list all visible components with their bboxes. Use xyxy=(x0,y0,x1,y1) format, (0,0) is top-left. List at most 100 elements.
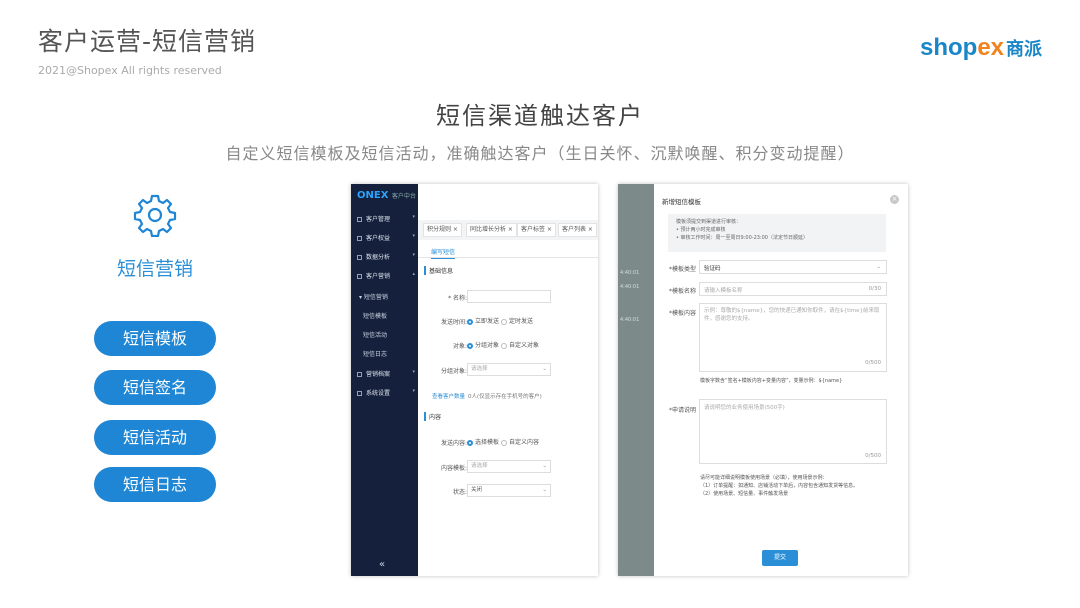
radio-dot xyxy=(501,318,507,325)
submit-button[interactable]: 提交 xyxy=(762,550,798,566)
group-label: 分组对象: xyxy=(440,368,467,375)
section-basic-info: 基础信息 xyxy=(424,266,453,275)
onex-logo: ONEX 客户中台 xyxy=(357,190,416,201)
usage-notes: 请尽可能详细说明模板使用场景（必填），使用场景示例： （1）订单提醒：如通知、店… xyxy=(700,474,890,498)
chevron-down-icon: ▾ xyxy=(412,388,415,394)
radio-dot xyxy=(467,318,473,325)
nav-item-sms-marketing[interactable]: ▾ 短信营销 xyxy=(359,292,388,301)
radio-send-scheduled[interactable]: 定时发送 xyxy=(501,316,533,325)
reason-label: *申请说明 xyxy=(668,407,696,414)
nav-label: 客户权益 xyxy=(366,235,391,242)
template-select[interactable]: 请选择 ⌄ xyxy=(467,460,551,473)
nav-item-customer-rights[interactable]: 客户权益 ▾ xyxy=(357,233,415,242)
gear-icon xyxy=(133,194,177,237)
tab-points-rules[interactable]: 积分规则 × xyxy=(423,223,462,237)
template-name-placeholder: 请输入模板名称 xyxy=(704,288,743,294)
radio-group-target[interactable]: 分组对象 xyxy=(467,340,499,349)
chevron-down-icon: ⌄ xyxy=(542,463,547,469)
chevron-down-icon: ▾ xyxy=(412,233,415,239)
notice-line: 模板须提交到渠道进行审核： xyxy=(676,219,742,225)
radio-label: 定时发送 xyxy=(509,318,534,325)
copyright-text: 2021@Shopex All rights reserved xyxy=(38,64,222,77)
status-value: 关闭 xyxy=(471,487,483,493)
sms-template-button[interactable]: 短信模板 xyxy=(94,321,216,356)
subnav-sms-template[interactable]: 短信模板 xyxy=(363,311,387,320)
radio-select-template[interactable]: 选择模板 xyxy=(467,437,499,446)
template-name-input[interactable]: 请输入模板名称 0/30 xyxy=(699,282,887,296)
content-tip: 模板字数含“签名+模板内容+变量内容”，变量示例：${name} xyxy=(700,378,843,384)
feature-label: 短信营销 xyxy=(116,258,193,280)
template-content-textarea[interactable]: 示例：尊敬的${name}，您的快递已通知你取件，请在${time}前来取件，感… xyxy=(699,303,887,372)
tab-customer-list[interactable]: 客户列表 × xyxy=(558,223,597,237)
nav-item-marketing-archive[interactable]: 营销档案 ▾ xyxy=(357,369,415,378)
view-count-link[interactable]: 查看客户数量 xyxy=(432,394,465,400)
dialog-title: 新增短信模板 xyxy=(662,198,701,206)
notice-line: • 审核工作时间：周一至周日9:00-23:00（法定节日顺延） xyxy=(676,235,808,241)
radio-label: 选择模板 xyxy=(475,439,500,446)
nav-item-data-analysis[interactable]: 数据分析 ▾ xyxy=(357,252,415,261)
nav-icon xyxy=(357,255,362,260)
template-type-select[interactable]: 验证码 ⌄ xyxy=(699,260,887,274)
radio-label: 自定义对象 xyxy=(509,342,540,349)
name-input[interactable] xyxy=(467,290,551,303)
nav-icon xyxy=(357,274,362,279)
modal-backdrop xyxy=(618,184,654,576)
nav-icon xyxy=(357,391,362,396)
template-type-value: 验证码 xyxy=(704,266,721,272)
group-placeholder: 请选择 xyxy=(471,366,488,372)
subnav-sms-log[interactable]: 短信日志 xyxy=(363,349,387,358)
nav-label: 系统设置 xyxy=(366,390,391,397)
template-label: 内容模板: xyxy=(440,465,467,472)
logo-text-main: shop xyxy=(920,34,978,61)
group-select[interactable]: 请选择 ⌄ xyxy=(467,363,551,376)
target-label: 对象: xyxy=(452,343,467,350)
sidebar xyxy=(351,184,418,576)
chevron-down-icon: ▾ xyxy=(412,369,415,375)
divider xyxy=(418,257,598,258)
count-text: 0人(仅显示存在手机号的客户) xyxy=(468,394,542,400)
nav-label: 客户营销 xyxy=(366,273,391,280)
radio-custom-content[interactable]: 自定义内容 xyxy=(501,437,539,446)
nav-item-customer-manage[interactable]: 客户管理 ▾ xyxy=(357,214,415,223)
sms-log-button[interactable]: 短信日志 xyxy=(94,467,216,502)
collapse-sidebar-icon[interactable]: « xyxy=(379,559,385,570)
background-row-time: 4:40:01 xyxy=(620,270,640,276)
radio-label: 自定义内容 xyxy=(509,439,540,446)
chevron-down-icon: ⌄ xyxy=(542,487,547,493)
nav-icon xyxy=(357,372,362,377)
nav-label: 数据分析 xyxy=(366,254,391,261)
radio-label: 分组对象 xyxy=(475,342,500,349)
chevron-up-icon: ▴ xyxy=(412,271,415,277)
radio-send-now[interactable]: 立即发送 xyxy=(467,316,499,325)
nav-icon xyxy=(357,236,362,241)
nav-item-customer-marketing[interactable]: 客户营销 ▴ xyxy=(357,271,415,280)
radio-dot xyxy=(467,342,473,349)
radio-dot xyxy=(501,342,507,349)
radio-dot xyxy=(501,439,507,446)
radio-dot xyxy=(467,439,473,446)
template-type-label: *模板类型 xyxy=(668,266,696,273)
notice-line: • 预计两小时完成审核 xyxy=(676,227,726,233)
chevron-down-icon: ▾ xyxy=(412,214,415,220)
chevron-down-icon: ▾ xyxy=(412,252,415,258)
char-count: 0/500 xyxy=(865,453,881,459)
name-label: * 名称: xyxy=(448,295,467,302)
char-count: 0/500 xyxy=(865,360,881,366)
logo-text-cn: 商派 xyxy=(1006,39,1043,59)
char-count: 0/30 xyxy=(868,286,881,292)
sms-campaign-button[interactable]: 短信活动 xyxy=(94,420,216,455)
chevron-down-icon: ⌄ xyxy=(542,366,547,372)
subnav-sms-campaign[interactable]: 短信活动 xyxy=(363,330,387,339)
sms-signature-button[interactable]: 短信签名 xyxy=(94,370,216,405)
tab-growth-analysis[interactable]: 同比增长分析 × xyxy=(466,223,517,237)
radio-custom-target[interactable]: 自定义对象 xyxy=(501,340,539,349)
status-label: 状态: xyxy=(452,489,467,496)
nav-item-system-settings[interactable]: 系统设置 ▾ xyxy=(357,388,415,397)
close-icon[interactable]: × xyxy=(890,195,899,204)
reason-textarea[interactable]: 请说明您的业务使用场景(500字) 0/500 xyxy=(699,399,887,464)
status-select[interactable]: 关闭 ⌄ xyxy=(467,484,551,497)
sms-template-dialog-screenshot: 4:40:01 4:40:01 4:40:01 新增短信模板 × 模板须提交到渠… xyxy=(618,184,908,576)
customer-count: 查看客户数量 0人(仅显示存在手机号的客户) xyxy=(432,392,542,400)
tab-customer-tags[interactable]: 客户标签 × xyxy=(517,223,556,237)
background-row-time: 4:40:01 xyxy=(620,317,640,323)
